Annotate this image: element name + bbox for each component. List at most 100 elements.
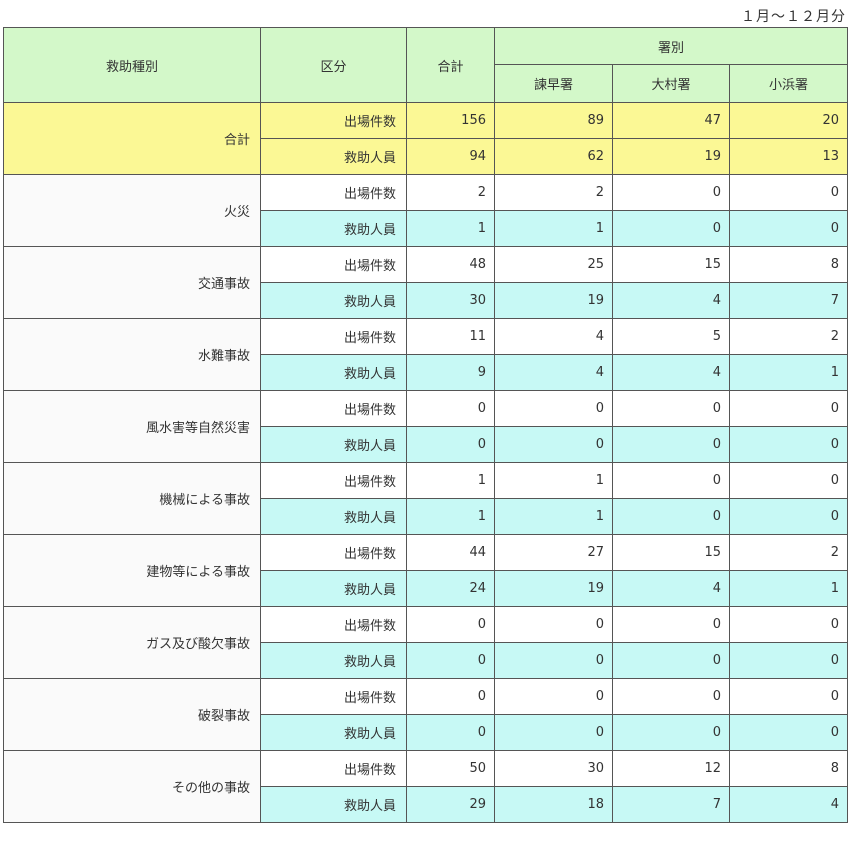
total-cell: 0 [406,714,495,751]
kubun-cell: 救助人員 [260,210,407,247]
category-cell: 建物等による事故 [3,534,261,607]
rescue-stats-table: 救助種別 区分 合計 署別 諫早署 大村署 小浜署 合計 出場件数 156 89… [3,27,849,823]
station-cell: 0 [612,642,730,679]
station-cell: 1 [728,354,849,391]
header-category: 救助種別 [3,27,261,103]
total-cell: 29 [406,786,495,823]
kubun-cell: 救助人員 [260,138,407,175]
station-cell: 0 [728,498,849,535]
kubun-cell: 出場件数 [260,750,407,787]
kubun-cell: 救助人員 [260,570,407,607]
station-cell: 1 [494,462,613,499]
header-kubun: 区分 [260,27,407,103]
station-cell: 4 [612,282,730,319]
station-cell: 30 [494,750,613,787]
kubun-cell: 出場件数 [260,462,407,499]
station-cell: 0 [612,390,730,427]
kubun-cell: 救助人員 [260,642,407,679]
category-cell: 破裂事故 [3,678,261,751]
total-cell: 30 [406,282,495,319]
header-total: 合計 [406,27,495,103]
station-cell: 0 [612,678,730,715]
kubun-cell: 救助人員 [260,426,407,463]
total-cell: 94 [406,138,495,175]
total-cell: 0 [406,426,495,463]
station-cell: 0 [612,498,730,535]
category-cell: その他の事故 [3,750,261,823]
station-cell: 0 [494,678,613,715]
header-station-omura: 大村署 [612,64,730,103]
station-cell: 2 [494,174,613,211]
station-cell: 12 [612,750,730,787]
station-cell: 18 [494,786,613,823]
station-cell: 89 [494,102,613,139]
station-cell: 19 [494,570,613,607]
station-cell: 0 [728,642,849,679]
station-cell: 4 [612,570,730,607]
kubun-cell: 救助人員 [260,714,407,751]
total-cell: 1 [406,498,495,535]
kubun-cell: 出場件数 [260,678,407,715]
station-cell: 4 [612,354,730,391]
category-cell: 火災 [3,174,261,247]
category-cell: 風水害等自然災害 [3,390,261,463]
station-cell: 0 [728,462,849,499]
table-row: 交通事故 出場件数 48 25 15 8 [3,246,849,319]
station-cell: 25 [494,246,613,283]
station-cell: 0 [494,390,613,427]
total-cell: 156 [406,102,495,139]
total-cell: 44 [406,534,495,571]
total-cell: 0 [406,642,495,679]
station-cell: 0 [612,714,730,751]
station-cell: 15 [612,534,730,571]
total-cell: 0 [406,678,495,715]
kubun-cell: 出場件数 [260,174,407,211]
category-cell: 合計 [3,102,261,175]
period-label: １月～１２月分 [741,9,846,25]
station-cell: 13 [728,138,849,175]
total-cell: 1 [406,210,495,247]
table-row: 風水害等自然災害 出場件数 0 0 0 0 [3,390,849,463]
station-cell: 0 [728,606,849,643]
kubun-cell: 出場件数 [260,318,407,355]
total-cell: 0 [406,390,495,427]
station-cell: 1 [494,498,613,535]
station-cell: 19 [494,282,613,319]
kubun-cell: 出場件数 [260,102,407,139]
table-row: 合計 出場件数 156 89 47 20 [3,102,849,175]
station-cell: 0 [494,426,613,463]
kubun-cell: 救助人員 [260,354,407,391]
kubun-cell: 出場件数 [260,390,407,427]
category-cell: 水難事故 [3,318,261,391]
station-cell: 1 [728,570,849,607]
table-row: 機械による事故 出場件数 1 1 0 0 [3,462,849,535]
station-cell: 7 [728,282,849,319]
station-cell: 4 [728,786,849,823]
station-cell: 0 [728,678,849,715]
station-cell: 4 [494,318,613,355]
kubun-cell: 出場件数 [260,534,407,571]
total-cell: 0 [406,606,495,643]
station-cell: 0 [728,426,849,463]
station-cell: 0 [612,606,730,643]
header-station-isahaya: 諫早署 [494,64,613,103]
station-cell: 0 [728,174,849,211]
category-cell: 機械による事故 [3,462,261,535]
table-row: 水難事故 出場件数 11 4 5 2 [3,318,849,391]
category-cell: 交通事故 [3,246,261,319]
table-row: 破裂事故 出場件数 0 0 0 0 [3,678,849,751]
kubun-cell: 救助人員 [260,498,407,535]
total-cell: 48 [406,246,495,283]
header-station-obama: 小浜署 [728,64,849,103]
station-cell: 1 [494,210,613,247]
total-cell: 50 [406,750,495,787]
station-cell: 62 [494,138,613,175]
station-cell: 8 [728,246,849,283]
kubun-cell: 救助人員 [260,786,407,823]
station-cell: 0 [728,390,849,427]
station-cell: 0 [494,642,613,679]
station-cell: 0 [612,210,730,247]
station-cell: 5 [612,318,730,355]
station-cell: 4 [494,354,613,391]
station-cell: 0 [728,210,849,247]
